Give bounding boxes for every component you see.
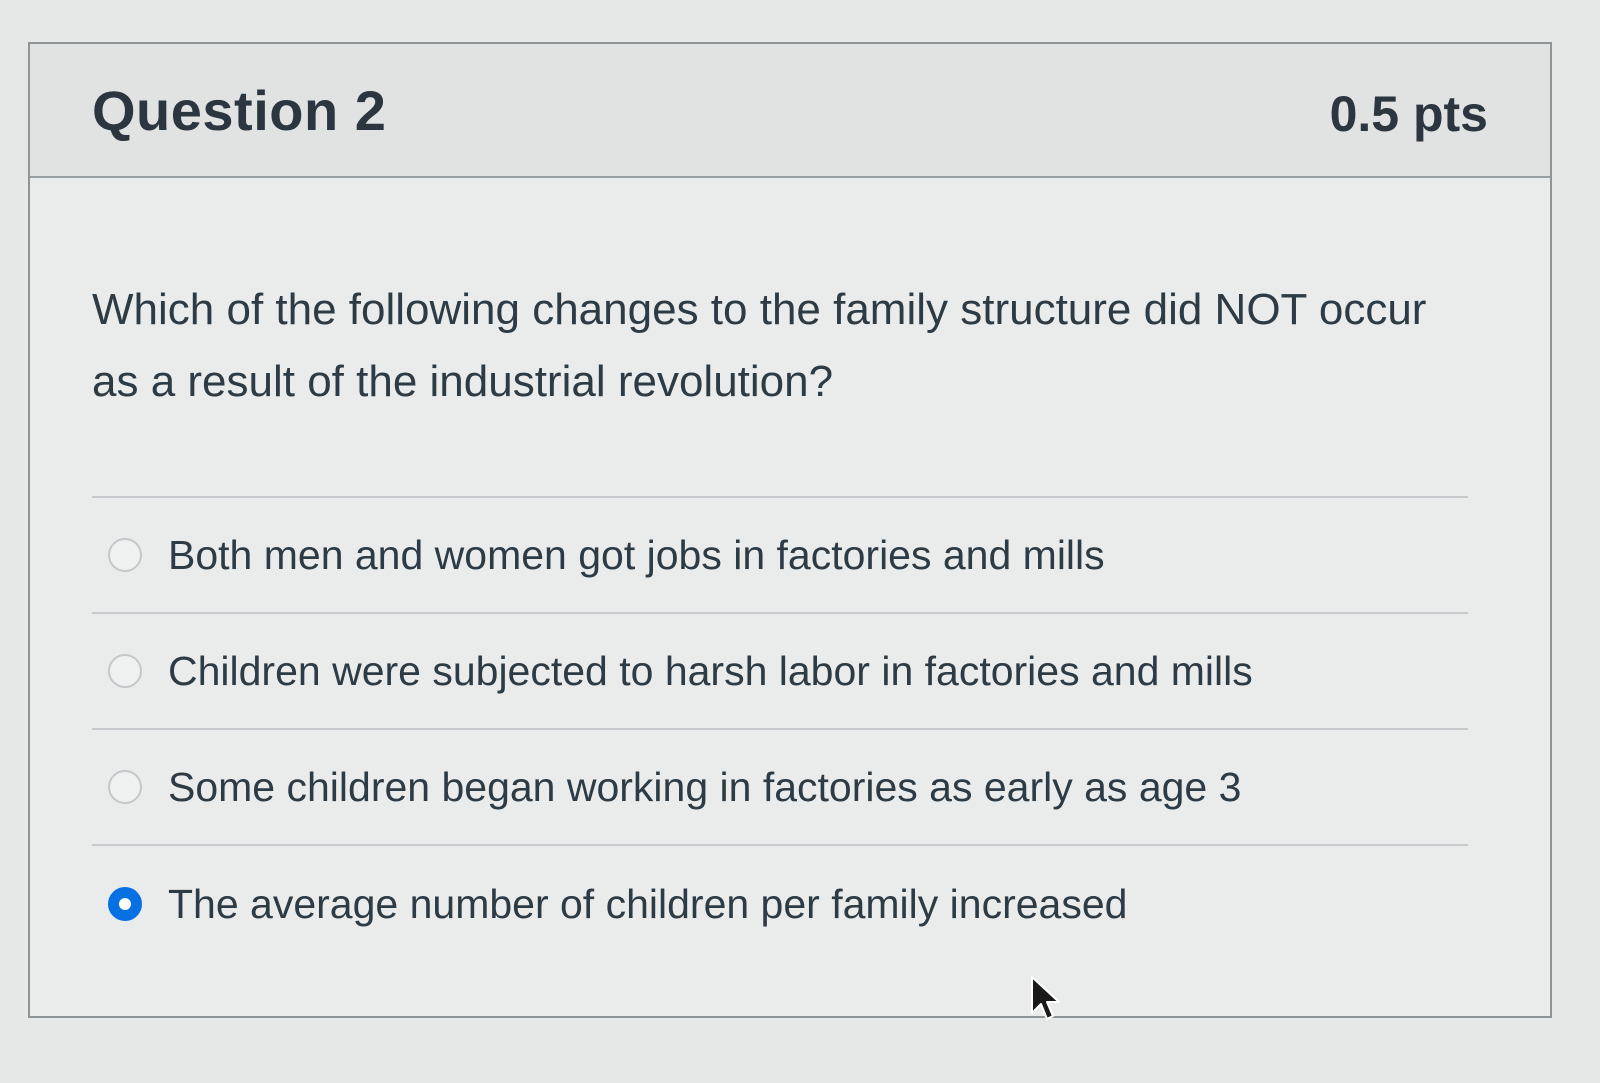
mouse-pointer-icon — [1031, 976, 1060, 1020]
answer-label[interactable]: Children were subjected to harsh labor i… — [168, 648, 1253, 695]
radio-button-icon[interactable] — [108, 887, 142, 921]
question-points: 0.5 pts — [1329, 86, 1488, 142]
answer-option-2[interactable]: Children were subjected to harsh labor i… — [92, 614, 1468, 730]
answer-label[interactable]: Some children began working in factories… — [168, 764, 1241, 811]
radio-button-icon[interactable] — [108, 654, 142, 688]
question-text: Which of the following changes to the fa… — [92, 285, 1427, 406]
question-body: Which of the following changes to the fa… — [30, 178, 1550, 962]
question-title: Question 2 — [92, 78, 387, 142]
radio-button-icon[interactable] — [108, 770, 142, 804]
answer-option-3[interactable]: Some children began working in factories… — [92, 730, 1468, 846]
question-header: Question 2 0.5 pts — [30, 44, 1550, 178]
answer-label[interactable]: The average number of children per famil… — [168, 881, 1127, 928]
answer-option-4[interactable]: The average number of children per famil… — [92, 846, 1468, 962]
answer-list: Both men and women got jobs in factories… — [92, 496, 1468, 962]
answer-label[interactable]: Both men and women got jobs in factories… — [168, 532, 1105, 579]
question-card: Question 2 0.5 pts Which of the followin… — [28, 42, 1552, 1018]
radio-button-icon[interactable] — [108, 538, 142, 572]
answer-option-1[interactable]: Both men and women got jobs in factories… — [92, 498, 1468, 614]
